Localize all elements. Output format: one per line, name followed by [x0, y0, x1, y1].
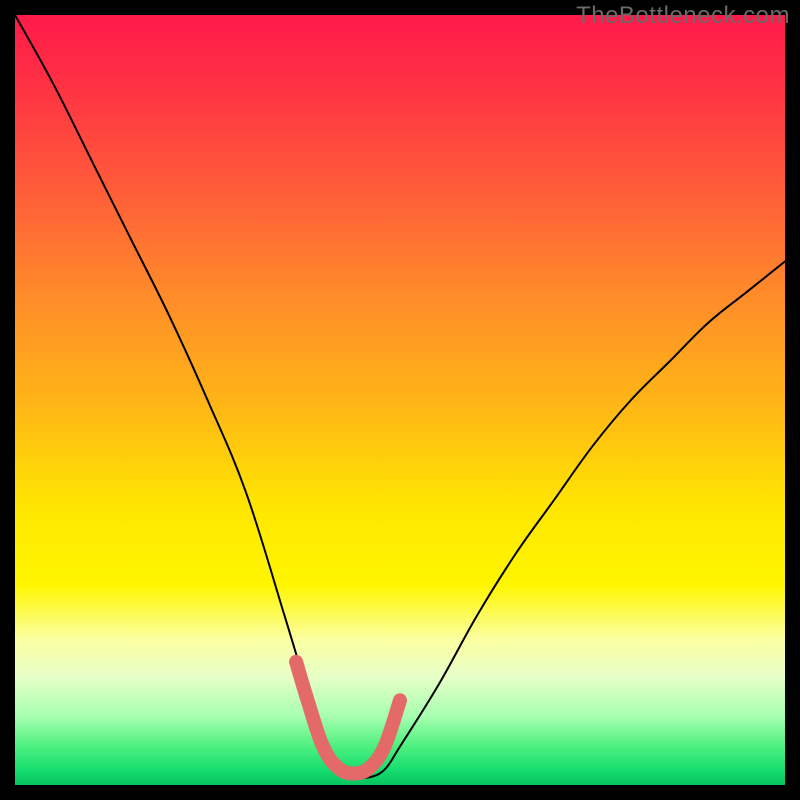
minimum-highlight [296, 662, 400, 774]
chart-frame: TheBottleneck.com [0, 0, 800, 800]
chart-plot-area [15, 15, 785, 785]
chart-svg [15, 15, 785, 785]
bottleneck-curve [15, 15, 785, 778]
